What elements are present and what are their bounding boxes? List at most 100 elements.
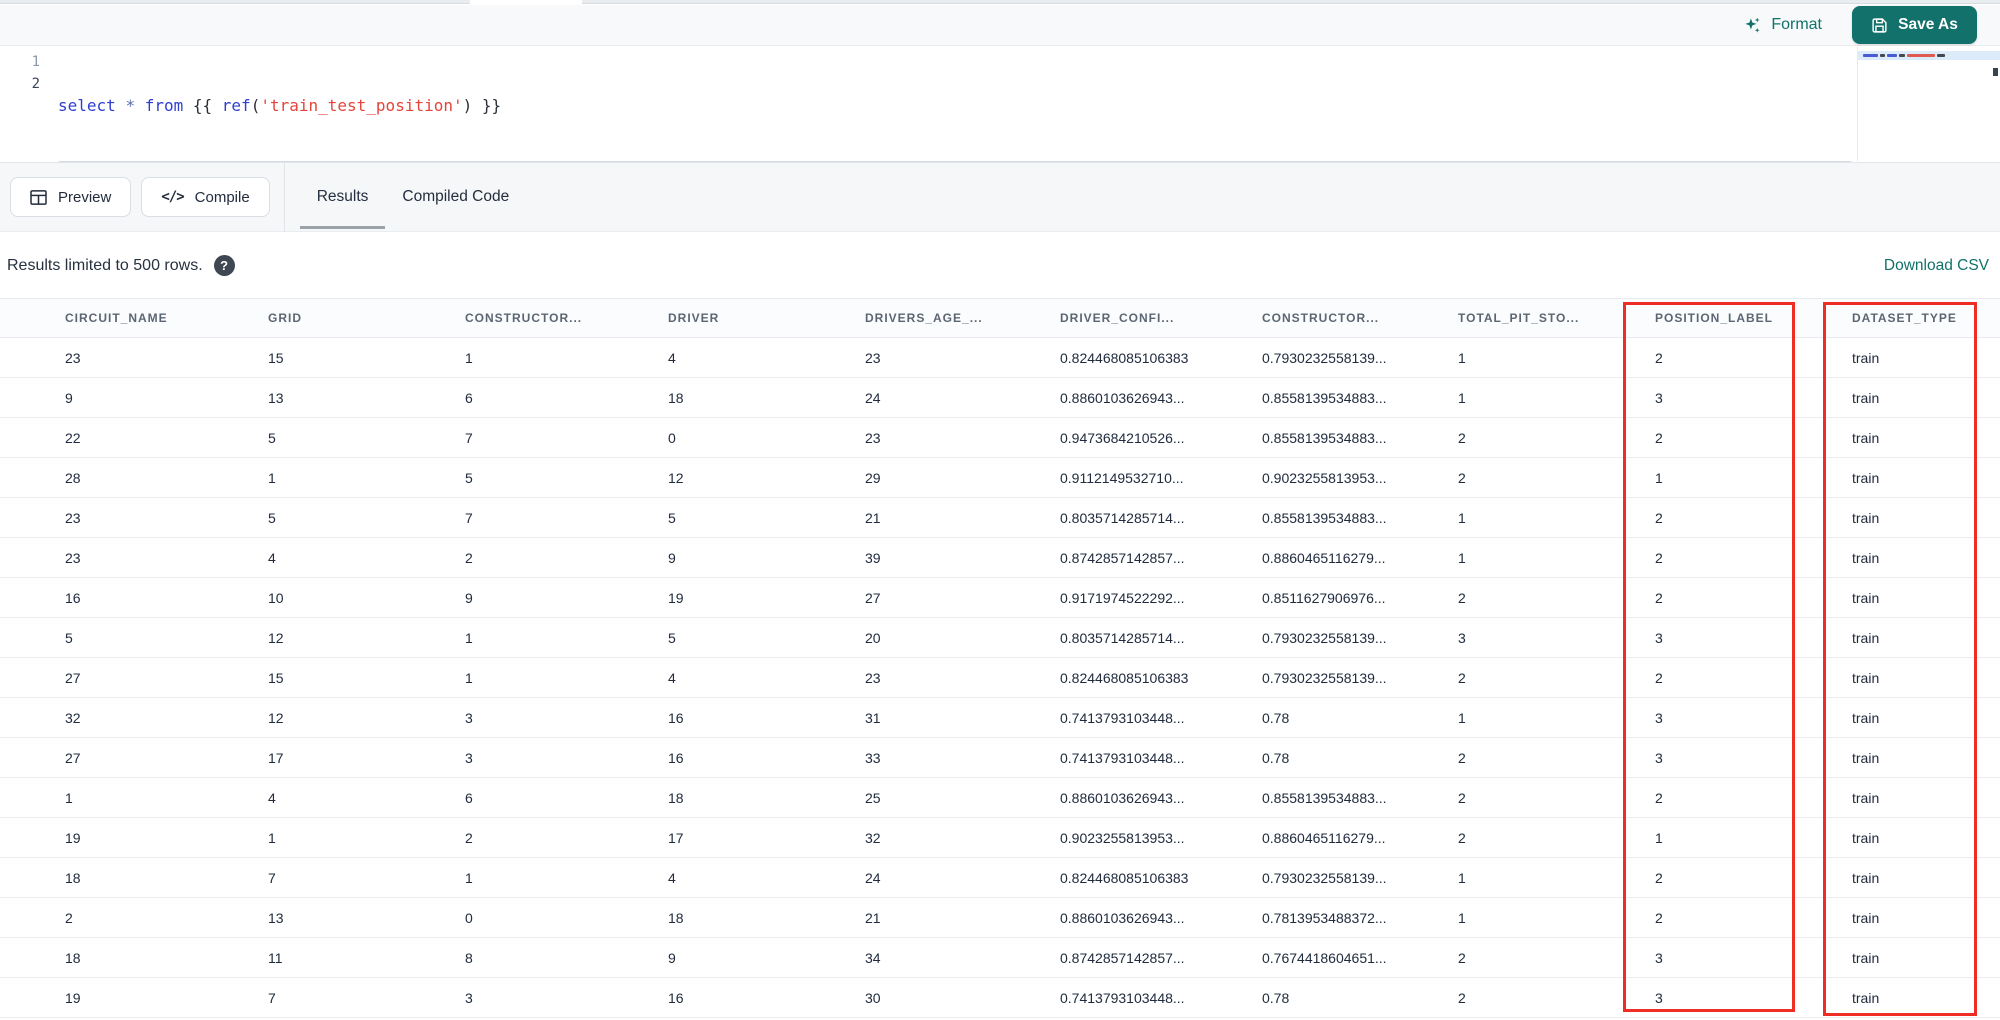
table-cell: 1 — [65, 789, 73, 806]
editor-minimap[interactable] — [1857, 46, 2000, 161]
code-token-keyword: from — [144, 96, 184, 115]
table-cell: 7 — [465, 429, 473, 446]
download-csv-link[interactable]: Download CSV — [1884, 257, 1989, 275]
table-cell: 18 — [65, 869, 81, 886]
table-cell: 7 — [268, 869, 276, 886]
minimap-viewport[interactable] — [1858, 51, 2000, 60]
tab-compiled-code[interactable]: Compiled Code — [385, 163, 526, 231]
table-cell: 33 — [865, 749, 881, 766]
sparkle-icon — [1745, 17, 1760, 33]
table-cell: 7 — [465, 509, 473, 526]
table-cell: 0.7930232558139... — [1262, 629, 1387, 646]
code-token-function: ref — [221, 96, 251, 115]
table-cell: train — [1852, 389, 1880, 406]
table-cell: 5 — [65, 629, 73, 646]
table-cell: 30 — [865, 989, 881, 1006]
table-cell: 39 — [865, 549, 881, 566]
table-cell: 16 — [668, 989, 684, 1006]
table-cell: 16 — [65, 589, 81, 606]
table-cell: 0.7930232558139... — [1262, 669, 1387, 686]
table-row: 5 12 1 5 20 0.8035714285714... 0.7930232558139… — [0, 618, 2000, 658]
code-token-plain: ) — [462, 96, 473, 115]
table-cell: 0.7413793103448... — [1060, 749, 1185, 766]
table-cell: 3 — [1655, 389, 1663, 406]
table-cell: 18 — [668, 389, 684, 406]
tab-compiled-code-label: Compiled Code — [402, 188, 510, 205]
table-cell: 32 — [865, 829, 881, 846]
table-row: 16 10 9 19 27 0.9171974522292... 0.85116279069… — [0, 578, 2000, 618]
table-cell: 25 — [865, 789, 881, 806]
table-cell: train — [1852, 909, 1880, 926]
line-number-gutter: 1 2 — [0, 51, 40, 95]
compile-button[interactable]: </> Compile — [141, 177, 270, 217]
table-cell: 4 — [268, 549, 276, 566]
tab-results[interactable]: Results — [299, 163, 386, 231]
code-brackets-icon: </> — [161, 189, 184, 205]
table-cell: train — [1852, 829, 1880, 846]
table-cell: 0.7813953488372... — [1262, 909, 1387, 926]
table-cell: train — [1852, 949, 1880, 966]
minimap-code-mark — [1907, 54, 1935, 57]
format-label: Format — [1771, 16, 1822, 33]
table-grid-icon — [30, 189, 47, 205]
table-cell: 1 — [1655, 469, 1663, 486]
minimap-code-mark — [1899, 54, 1905, 57]
table-row: 9 13 6 18 24 0.8860103626943... 0.855813953488… — [0, 378, 2000, 418]
table-cell: 3 — [465, 749, 473, 766]
table-cell: 1 — [1458, 549, 1466, 566]
table-cell: 1 — [1655, 829, 1663, 846]
table-cell: 0.7413793103448... — [1060, 709, 1185, 726]
help-icon[interactable]: ? — [213, 255, 235, 276]
table-cell: 2 — [1458, 949, 1466, 966]
table-cell: 3 — [1655, 749, 1663, 766]
table-cell: 2 — [1655, 869, 1663, 886]
table-cell: 0.8558139534883... — [1262, 429, 1387, 446]
table-cell: 0.8860465116279... — [1262, 829, 1386, 846]
table-cell: 3 — [1655, 989, 1663, 1006]
table-cell: 15 — [268, 349, 284, 366]
table-cell: 0.8742857142857... — [1060, 549, 1185, 566]
table-cell: 1 — [465, 349, 473, 366]
column-header: CONSTRUCTOR... — [1262, 311, 1380, 325]
table-cell: 1 — [268, 829, 276, 846]
table-cell: 0.9171974522292... — [1060, 589, 1185, 606]
table-row: 2 13 0 18 21 0.8860103626943... 0.781395348837… — [0, 898, 2000, 938]
save-as-button[interactable]: Save As — [1852, 6, 1977, 44]
table-cell: 27 — [65, 669, 81, 686]
table-cell: 0.78 — [1262, 749, 1290, 766]
minimap-code-mark — [1887, 54, 1897, 57]
line-number-active: 2 — [31, 76, 40, 92]
table-row: 19 1 2 17 32 0.9023255813953... 0.886046511627… — [0, 818, 2000, 858]
format-button[interactable]: Format — [1743, 16, 1822, 35]
table-cell: 5 — [465, 469, 473, 486]
column-header: CONSTRUCTOR... — [465, 311, 583, 325]
table-cell: 3 — [1655, 709, 1663, 726]
table-cell: 31 — [865, 709, 881, 726]
table-row: 22 5 7 0 23 0.9473684210526... 0.8558139534883… — [0, 418, 2000, 458]
table-cell: 2 — [1655, 669, 1663, 686]
table-cell: 21 — [865, 909, 881, 926]
table-cell: 13 — [268, 909, 284, 926]
table-cell: 3 — [1655, 949, 1663, 966]
code-token-plain: ( — [250, 96, 261, 115]
table-cell: 1 — [1458, 709, 1466, 726]
preview-button[interactable]: Preview — [10, 177, 132, 217]
table-row: 27 17 3 16 33 0.7413793103448... 0.78 2 3 train — [0, 738, 2000, 778]
table-cell: 2 — [1655, 429, 1663, 446]
table-cell: 0.8860103626943... — [1060, 789, 1185, 806]
table-cell: 15 — [268, 669, 284, 686]
table-row: 18 11 8 9 34 0.8742857142857... 0.767441860465… — [0, 938, 2000, 978]
table-cell: 23 — [65, 509, 81, 526]
table-cell: 3 — [1458, 629, 1466, 646]
code-token-string: 'train_test_position' — [260, 96, 463, 115]
table-body: 23 15 1 4 23 0.824468085106383 0.7930232558139… — [0, 338, 2000, 1018]
table-cell: 2 — [65, 909, 73, 926]
code-token-plain: {{ — [183, 96, 222, 115]
table-cell: 23 — [865, 669, 881, 686]
table-cell: 2 — [465, 549, 473, 566]
sql-editor[interactable]: 1 2 select * from {{ ref('train_test_pos… — [0, 46, 2000, 183]
browser-tab-strip — [0, 0, 2000, 5]
code-line-1[interactable]: select * from {{ ref('train_test_positio… — [58, 95, 1852, 117]
save-icon — [1872, 17, 1887, 33]
table-row: 27 15 1 4 23 0.824468085106383 0.7930232558139… — [0, 658, 2000, 698]
